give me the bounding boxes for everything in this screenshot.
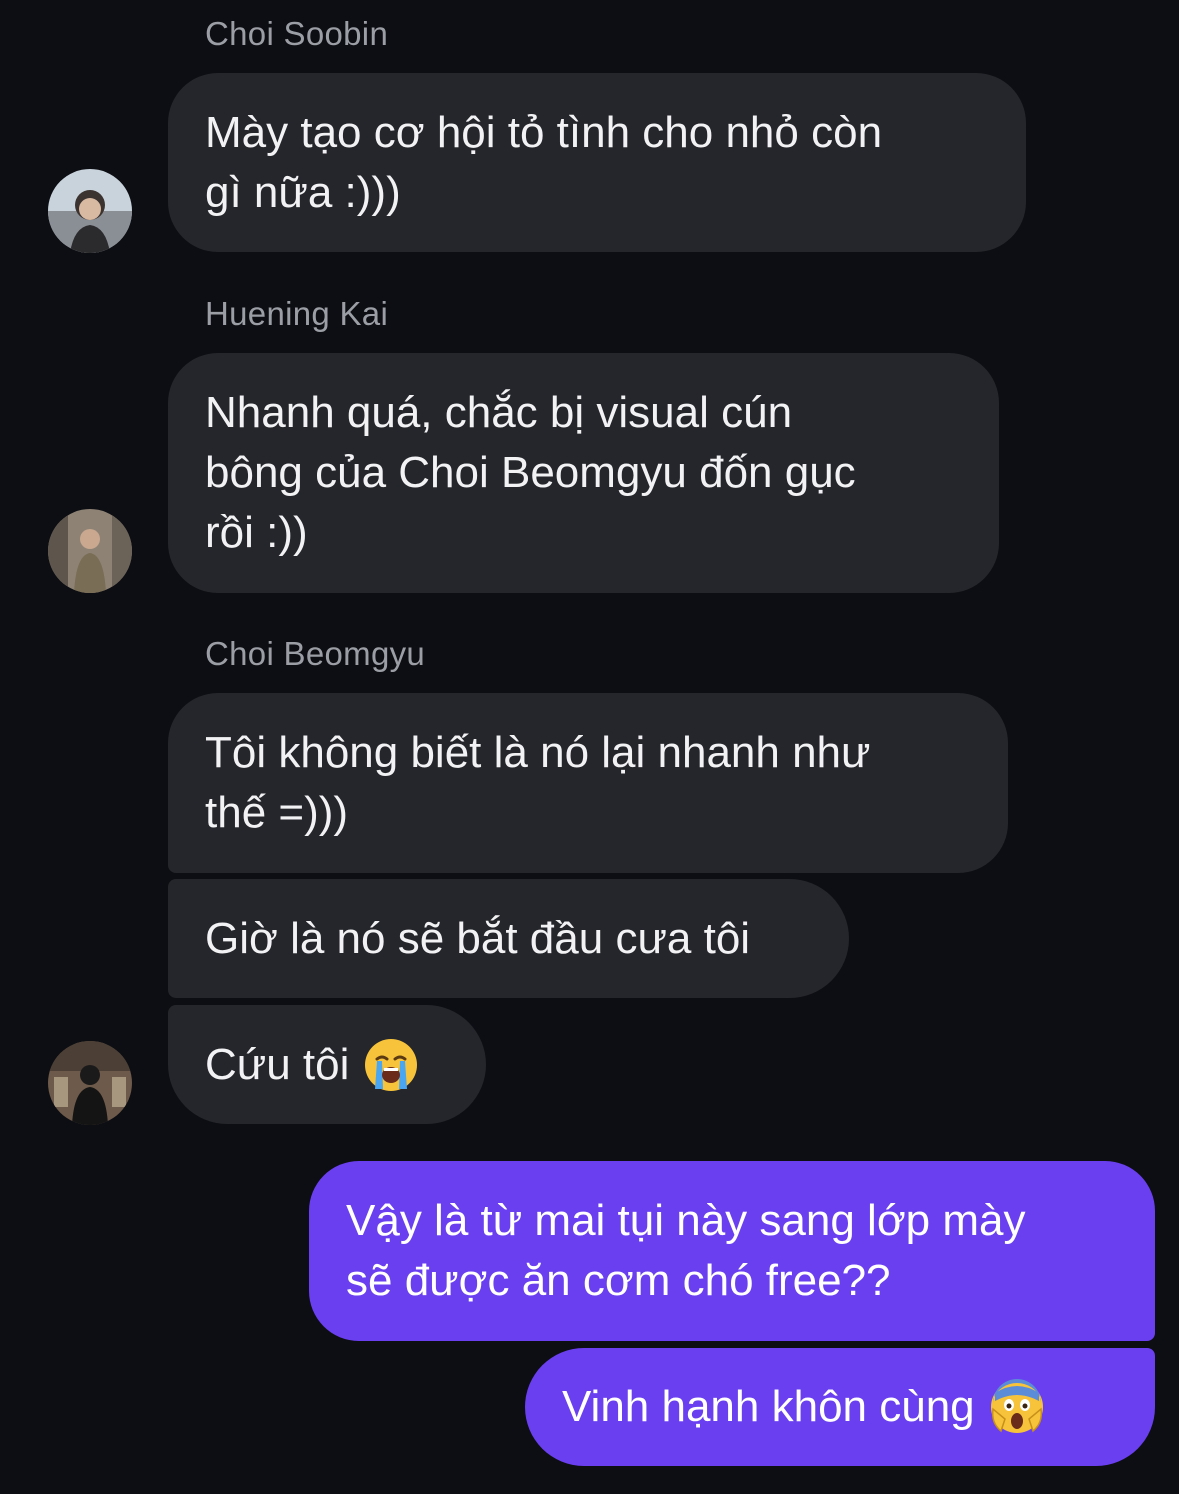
avatar[interactable]	[48, 509, 132, 593]
message-bubble[interactable]: Tôi không biết là nó lại nhanh như thế =…	[168, 693, 1008, 873]
user-avatar-icon	[48, 169, 132, 253]
message-text: Nhanh quá, chắc bị visual cún bông của C…	[205, 388, 856, 557]
user-avatar-icon	[48, 509, 132, 593]
message-text: Vậy là từ mai tụi này sang lớp mày sẽ đư…	[346, 1196, 1026, 1305]
message-bubble[interactable]: Mày tạo cơ hội tỏ tình cho nhỏ còn gì nữ…	[168, 73, 1026, 252]
avatar[interactable]	[48, 169, 132, 253]
message-bubble[interactable]: Cứu tôi	[168, 1005, 486, 1124]
message-text: Tôi không biết là nó lại nhanh như thế =…	[205, 728, 871, 837]
message-text: Mày tạo cơ hội tỏ tình cho nhỏ còn gì nữ…	[205, 107, 883, 217]
avatar[interactable]	[48, 1041, 132, 1125]
sender-name: Huening Kai	[205, 295, 389, 332]
message-text: Giờ là nó sẽ bắt đầu cưa tôi	[205, 913, 751, 963]
sender-name: Choi Soobin	[205, 15, 389, 52]
screaming-in-fear-face-emoji	[990, 1379, 1043, 1433]
outgoing-message-bubble[interactable]: Vinh hạnh khôn cùng	[525, 1348, 1155, 1466]
user-avatar-icon	[48, 1041, 132, 1125]
message-text: Cứu tôi	[205, 1039, 350, 1089]
message-bubble[interactable]: Nhanh quá, chắc bị visual cún bông của C…	[168, 353, 999, 593]
outgoing-message-bubble[interactable]: Vậy là từ mai tụi này sang lớp mày sẽ đư…	[309, 1161, 1155, 1341]
message-bubble[interactable]: Giờ là nó sẽ bắt đầu cưa tôi	[168, 879, 849, 998]
message-text: Vinh hạnh khôn cùng	[562, 1382, 975, 1431]
sender-name: Choi Beomgyu	[205, 635, 426, 672]
loudly-crying-face-emoji	[365, 1038, 418, 1091]
